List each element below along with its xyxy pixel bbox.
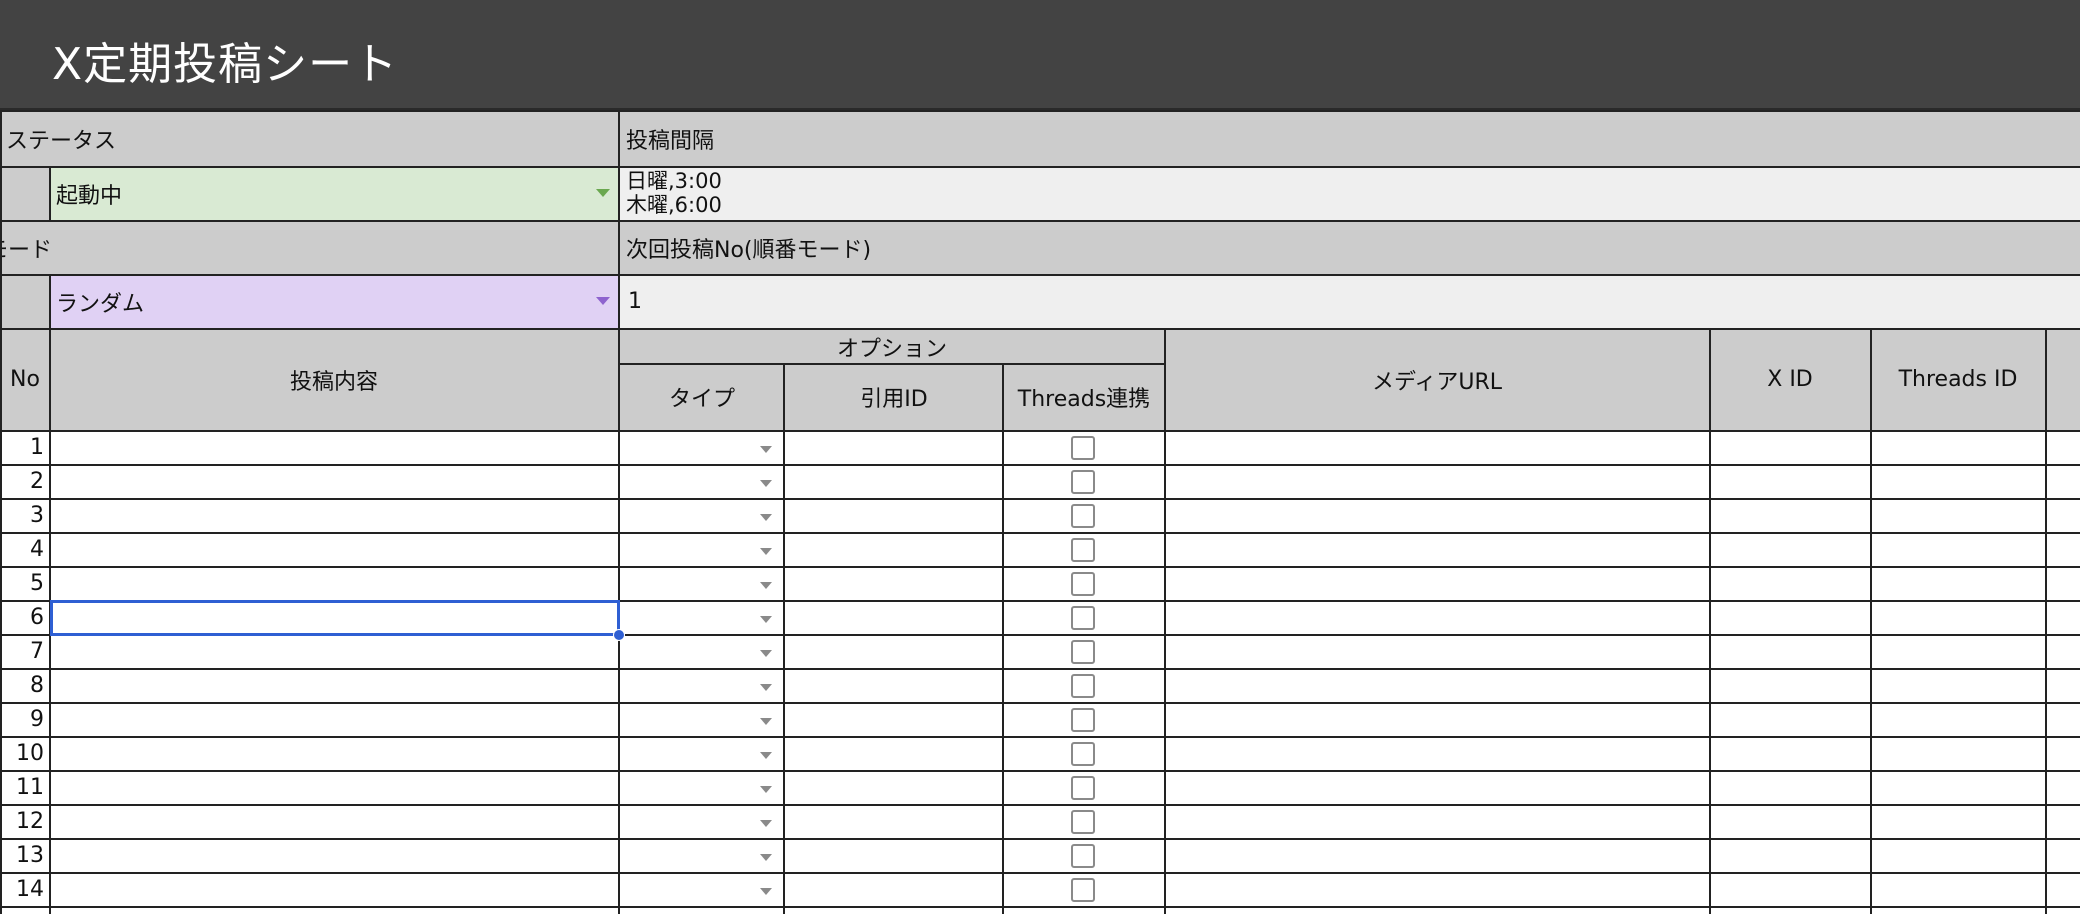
fill-handle[interactable] [613,629,625,641]
chevron-down-icon[interactable] [760,446,772,453]
content-cell[interactable] [51,874,618,906]
threads-link-checkbox[interactable] [1071,742,1095,766]
threads-link-checkbox[interactable] [1071,572,1095,596]
header-content: 投稿内容 [50,329,618,430]
row-number: 13 [16,843,44,868]
row-number: 7 [30,639,44,664]
content-cell[interactable] [51,636,618,668]
content-cell[interactable] [51,738,618,770]
header-type: タイプ [620,364,784,430]
row-number: 4 [30,537,44,562]
mode-label: モード [0,221,618,274]
content-cell[interactable] [51,840,618,872]
content-cell[interactable] [51,534,618,566]
interval-value-cell[interactable]: 日曜,3:00 木曜,6:00 [620,167,2080,220]
row-number: 2 [30,469,44,494]
threads-link-checkbox[interactable] [1071,470,1095,494]
row-number: 14 [16,877,44,902]
chevron-down-icon[interactable] [760,684,772,691]
mode-indent [0,275,50,328]
threads-link-checkbox[interactable] [1071,708,1095,732]
threads-link-checkbox[interactable] [1071,640,1095,664]
threads-link-checkbox[interactable] [1071,776,1095,800]
threads-link-checkbox[interactable] [1071,606,1095,630]
content-cell[interactable] [51,466,618,498]
content-cell[interactable] [51,500,618,532]
content-cell[interactable] [51,568,618,600]
content-cell[interactable] [51,806,618,838]
row-number: 12 [16,809,44,834]
chevron-down-icon[interactable] [760,548,772,555]
row-number: 10 [16,741,44,766]
chevron-down-icon[interactable] [596,297,610,305]
header-extra [2046,329,2080,430]
status-label: ステータス [0,111,618,166]
content-cell[interactable] [51,704,618,736]
chevron-down-icon[interactable] [760,786,772,793]
chevron-down-icon[interactable] [760,514,772,521]
mode-dropdown[interactable]: ランダム [50,275,618,328]
chevron-down-icon[interactable] [760,718,772,725]
header-quote-id: 引用ID [785,364,1003,430]
chevron-down-icon[interactable] [760,854,772,861]
row-number: 1 [30,435,44,460]
status-indent [0,167,50,220]
next-post-label: 次回投稿No(順番モード) [620,221,2080,274]
threads-link-checkbox[interactable] [1071,538,1095,562]
selected-cell[interactable] [50,600,620,636]
header-no: No [0,329,50,430]
header-x-id: X ID [1710,329,1870,430]
threads-link-checkbox[interactable] [1071,504,1095,528]
row-number: 9 [30,707,44,732]
chevron-down-icon[interactable] [760,480,772,487]
content-cell[interactable] [51,670,618,702]
row-number: 8 [30,673,44,698]
row-number: 5 [30,571,44,596]
header-options: オプション [620,329,1164,364]
header-threads-link: Threads連携 [1004,364,1164,430]
page-title: X定期投稿シート [52,39,399,90]
interval-label: 投稿間隔 [620,111,2080,166]
chevron-down-icon[interactable] [596,189,610,197]
mode-value: ランダム [56,291,145,317]
status-value: 起動中 [56,183,123,209]
title-bar: X定期投稿シート [0,0,2080,110]
content-cell[interactable] [51,772,618,804]
chevron-down-icon[interactable] [760,888,772,895]
chevron-down-icon[interactable] [760,820,772,827]
threads-link-checkbox[interactable] [1071,844,1095,868]
threads-link-checkbox[interactable] [1071,436,1095,460]
row-number: 6 [30,605,44,630]
chevron-down-icon[interactable] [760,582,772,589]
status-dropdown[interactable]: 起動中 [50,167,618,220]
header-media-url: メディアURL [1165,329,1709,430]
interval-line-2: 木曜,6:00 [626,193,722,217]
threads-link-checkbox[interactable] [1071,878,1095,902]
chevron-down-icon[interactable] [760,752,772,759]
header-threads-id: Threads ID [1871,329,2045,430]
chevron-down-icon[interactable] [760,616,772,623]
next-post-value: 1 [628,289,642,314]
chevron-down-icon[interactable] [760,650,772,657]
row-number: 11 [16,775,44,800]
interval-line-1: 日曜,3:00 [626,169,722,193]
row-number: 3 [30,503,44,528]
content-cell[interactable] [51,432,618,464]
threads-link-checkbox[interactable] [1071,810,1095,834]
next-post-value-cell[interactable]: 1 [620,275,2080,328]
threads-link-checkbox[interactable] [1071,674,1095,698]
